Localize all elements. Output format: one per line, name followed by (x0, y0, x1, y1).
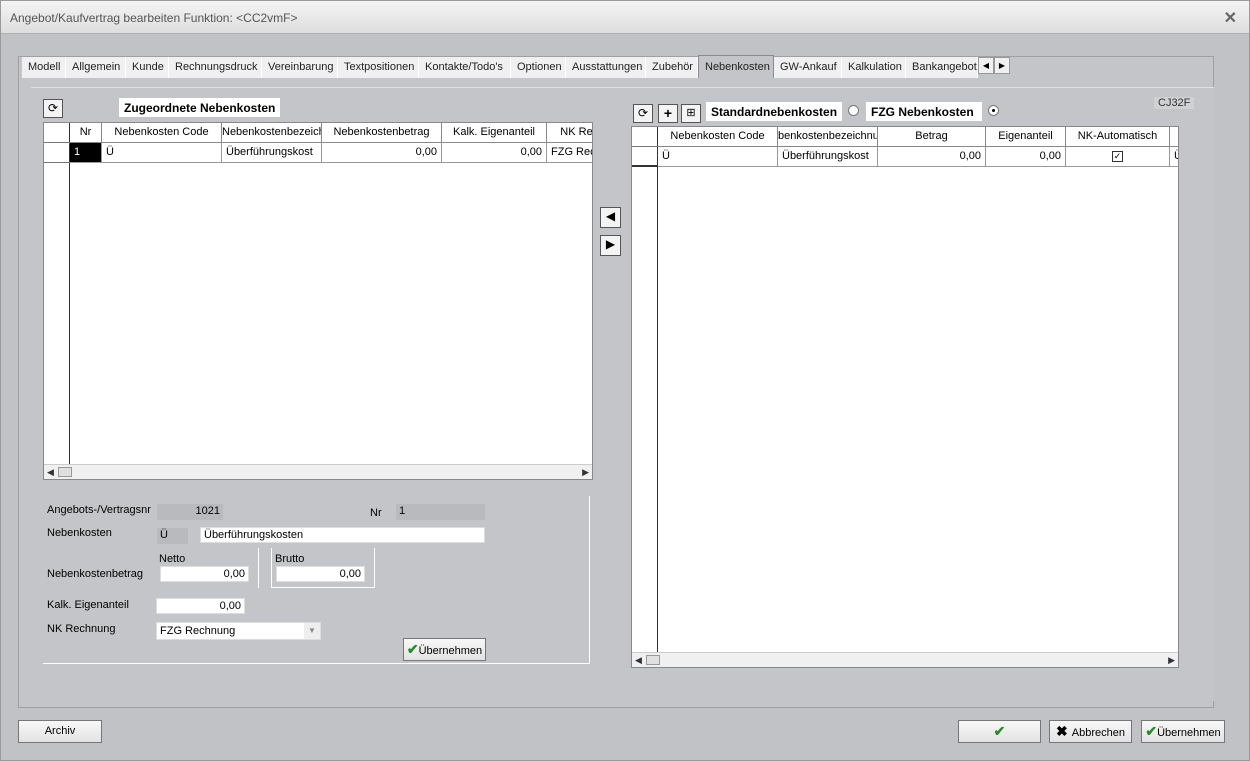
table-row-auto[interactable]: ✓ (1066, 147, 1170, 167)
left-hscroll[interactable]: ◀ ▶ (44, 464, 592, 479)
scroll-thumb[interactable] (58, 467, 72, 477)
tab-scroll: ◀ ▶ (978, 57, 1010, 74)
table-row-eigen[interactable]: 0,00 (986, 147, 1066, 167)
col-nr[interactable]: Nr (70, 123, 102, 143)
vertragsnr-label: Angebots-/Vertragsnr (47, 504, 151, 516)
ok-button[interactable]: ✔ (958, 720, 1041, 743)
move-right-icon[interactable]: ▶ (600, 235, 621, 256)
window-title: Angebot/Kaufvertrag bearbeiten Funktion:… (10, 11, 298, 25)
nebenkosten-label: Nebenkosten (47, 527, 112, 539)
chevron-down-icon[interactable]: ▼ (304, 623, 320, 639)
col-eigen[interactable]: Kalk. Eigenanteil (442, 123, 547, 143)
col-bez[interactable]: Nebenkostenbezeich (222, 123, 322, 143)
left-title: Zugeordnete Nebenkosten (119, 98, 281, 117)
fzg-title: FZG Nebenkosten (866, 102, 982, 121)
title-bar: Angebot/Kaufvertrag bearbeiten Funktion:… (1, 1, 1249, 34)
table-row-code[interactable]: Ü (102, 143, 222, 163)
nkrech-value: FZG Rechnung (160, 625, 236, 637)
scroll-thumb[interactable] (646, 655, 660, 665)
nk-code-field: Ü (157, 528, 188, 544)
scroll-right-icon[interactable]: ▶ (1168, 655, 1175, 666)
nk-text-field[interactable]: Überführungskosten (200, 527, 485, 543)
nr-field: 1 (396, 504, 485, 520)
tab-gw-ankauf[interactable]: GW-Ankauf (774, 57, 842, 78)
table-row-betrag[interactable]: 0,00 (322, 143, 442, 163)
col-auto[interactable]: NK-Automatisch (1066, 127, 1170, 147)
tab-optionen[interactable]: Optionen (511, 57, 566, 78)
left-grid[interactable]: Nr Nebenkosten Code Nebenkostenbezeich N… (43, 122, 593, 480)
vertragsnr-field: 1021 (157, 504, 223, 520)
standard-title: Standardnebenkosten (706, 102, 843, 121)
tab-scroll-right-icon[interactable]: ▶ (994, 57, 1010, 74)
form-uebernehmen-button[interactable]: ✔Übernehmen (403, 638, 486, 661)
eigen-label: Kalk. Eigenanteil (47, 599, 129, 611)
tab-ausstattungen[interactable]: Ausstattungen (566, 57, 646, 78)
tab-allgemein[interactable]: Allgemein (66, 57, 126, 78)
nkrech-select[interactable]: FZG Rechnung ▼ (156, 622, 321, 640)
col-eigen[interactable]: Eigenanteil (986, 127, 1066, 147)
scroll-left-icon[interactable]: ◀ (47, 467, 54, 478)
close-icon[interactable]: ✕ (1224, 8, 1237, 28)
netto-field[interactable]: 0,00 (160, 566, 249, 582)
row-indicator[interactable] (632, 147, 658, 167)
eigen-field[interactable]: 0,00 (156, 598, 245, 614)
tree-icon[interactable]: ⊞ (681, 104, 701, 123)
tab-vereinbarung[interactable]: Vereinbarung (262, 57, 338, 78)
table-row-nkre[interactable]: FZG Rec (547, 143, 592, 163)
tab-textpositionen[interactable]: Textpositionen (338, 57, 419, 78)
table-row-extra[interactable]: Ü (1170, 147, 1178, 167)
standard-radio[interactable] (848, 105, 859, 116)
table-row-nr[interactable]: 1 (70, 143, 102, 163)
add-icon[interactable]: + (658, 104, 678, 123)
refresh-right-icon[interactable]: ⟳ (633, 104, 653, 123)
code-label: CJ32F (1154, 97, 1195, 109)
right-grid[interactable]: Nebenkosten Code benkostenbezeichnu Betr… (631, 126, 1179, 668)
tab-kunde[interactable]: Kunde (126, 57, 169, 78)
nk-automatisch-checkbox[interactable]: ✓ (1112, 151, 1123, 162)
right-hscroll[interactable]: ◀ ▶ (632, 652, 1178, 667)
col-betrag[interactable]: Nebenkostenbetrag (322, 123, 442, 143)
table-row-bez[interactable]: Überführungskost (222, 143, 322, 163)
right-row-header (632, 127, 658, 652)
tab-kontakte-todo-s[interactable]: Kontakte/Todo's (419, 57, 511, 78)
col-code[interactable]: Nebenkosten Code (102, 123, 222, 143)
nr-label: Nr (370, 507, 382, 519)
tab-strip: Modell Allgemein Kunde Rechnungsdruck Verein… (22, 55, 978, 79)
scroll-right-icon[interactable]: ▶ (582, 467, 589, 478)
tab-kalkulation[interactable]: Kalkulation (842, 57, 906, 78)
check-icon: ✔ (1145, 723, 1158, 739)
nebenkosten-panel: ⟳ Zugeordnete Nebenkosten Nr Nebenkosten… (31, 87, 1214, 701)
col-code[interactable]: Nebenkosten Code (658, 127, 778, 147)
left-row-header (44, 123, 70, 464)
uebernehmen-button[interactable]: ✔Übernehmen (1141, 720, 1225, 743)
move-left-icon[interactable]: ◀ (600, 207, 621, 228)
tab-zubehör[interactable]: Zubehör (646, 57, 698, 78)
table-row-bez[interactable]: Überführungskost (778, 147, 878, 167)
col-bez[interactable]: benkostenbezeichnu (778, 127, 878, 147)
tab-nebenkosten[interactable]: Nebenkosten (698, 55, 774, 78)
archiv-button[interactable]: Archiv (18, 720, 102, 743)
check-icon: ✔ (406, 641, 419, 657)
col-betrag[interactable]: Betrag (878, 127, 986, 147)
abbrechen-button[interactable]: ✖ Abbrechen (1049, 720, 1132, 743)
cancel-x-icon: ✖ (1056, 723, 1068, 739)
nkrech-label: NK Rechnung (47, 623, 116, 635)
brutto-field[interactable]: 0,00 (276, 566, 365, 582)
netto-label: Netto (159, 553, 186, 565)
table-row-betrag[interactable]: 0,00 (878, 147, 986, 167)
betrag-label: Nebenkostenbetrag (47, 568, 144, 580)
refresh-left-icon[interactable]: ⟳ (43, 99, 63, 118)
col-nkre[interactable]: NK Re (547, 123, 592, 143)
scroll-left-icon[interactable]: ◀ (635, 655, 642, 666)
tab-scroll-left-icon[interactable]: ◀ (978, 57, 994, 74)
table-row-eigen[interactable]: 0,00 (442, 143, 547, 163)
ok-check-icon: ✔ (993, 723, 1006, 739)
table-row-code[interactable]: Ü (658, 147, 778, 167)
tab-bankangebot[interactable]: Bankangebot (906, 57, 978, 78)
main-window: Angebot/Kaufvertrag bearbeiten Funktion:… (0, 0, 1250, 761)
tab-rechnungsdruck[interactable]: Rechnungsdruck (169, 57, 262, 78)
row-indicator[interactable] (44, 143, 70, 163)
tab-modell[interactable]: Modell (22, 57, 66, 78)
fzg-radio[interactable] (988, 105, 999, 116)
